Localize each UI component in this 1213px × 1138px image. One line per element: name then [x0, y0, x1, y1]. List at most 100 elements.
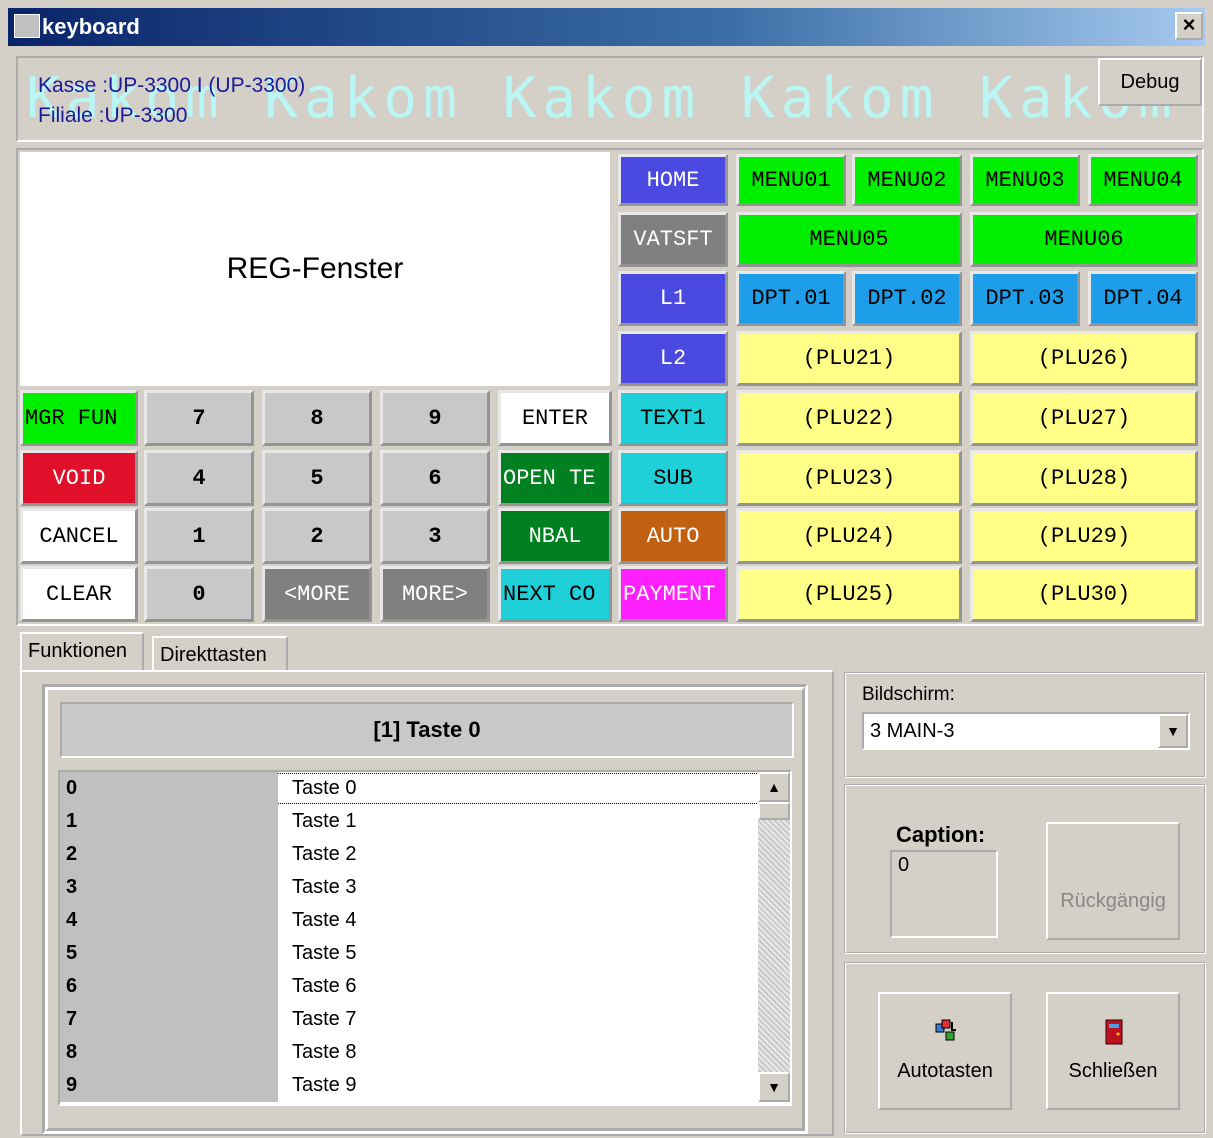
tab-direkttasten[interactable]: Direkttasten — [152, 636, 288, 672]
key-home[interactable]: HOME — [618, 154, 728, 206]
list-item-num: 2 — [60, 838, 278, 871]
list-item[interactable]: 0 Taste 0 — [60, 772, 760, 805]
list-item[interactable]: 9 Taste 9 — [60, 1069, 760, 1102]
key-6[interactable]: 6 — [380, 450, 490, 506]
scroll-down-icon[interactable]: ▼ — [758, 1072, 790, 1102]
list-item-name: Taste 4 — [292, 909, 357, 931]
list-item-num: 1 — [60, 805, 278, 838]
key-5[interactable]: 5 — [262, 450, 372, 506]
title-bar-gradient — [8, 8, 1205, 46]
list-item-num: 0 — [60, 772, 278, 805]
key-plu23[interactable]: (PLU23) — [736, 450, 962, 506]
key-9[interactable]: 9 — [380, 390, 490, 446]
scroll-thumb[interactable] — [758, 802, 790, 820]
key-plu29[interactable]: (PLU29) — [970, 508, 1198, 564]
key-plu26[interactable]: (PLU26) — [970, 331, 1198, 386]
key-mgr-fun[interactable]: MGR FUN — [20, 390, 138, 446]
caption-input[interactable]: 0 — [890, 850, 998, 938]
key-plu24[interactable]: (PLU24) — [736, 508, 962, 564]
key-menu04[interactable]: MENU04 — [1088, 154, 1198, 206]
autotasten-label: Autotasten — [897, 1060, 993, 1082]
screen-select[interactable]: 3 MAIN-3 ▼ — [862, 712, 1190, 750]
scroll-up-icon[interactable]: ▲ — [758, 772, 790, 802]
list-item[interactable]: 4 Taste 4 — [60, 904, 760, 937]
key-4[interactable]: 4 — [144, 450, 254, 506]
list-item-name: Taste 9 — [292, 1074, 357, 1096]
key-7[interactable]: 7 — [144, 390, 254, 446]
key-vatsft[interactable]: VATSFT — [618, 212, 728, 267]
key-dpt-02[interactable]: DPT.02 — [852, 271, 962, 326]
key-menu06[interactable]: MENU06 — [970, 212, 1198, 267]
key-dpt-01[interactable]: DPT.01 — [736, 271, 846, 326]
debug-label: Debug — [1120, 71, 1180, 93]
key-2[interactable]: 2 — [262, 508, 372, 564]
screen-group: Bildschirm: 3 MAIN-3 ▼ — [844, 672, 1206, 778]
list-item-name: Taste 6 — [292, 975, 357, 997]
list-item-num: 5 — [60, 937, 278, 970]
key-plu25[interactable]: (PLU25) — [736, 566, 962, 622]
list-item[interactable]: 3 Taste 3 — [60, 871, 760, 904]
title-bar: keyboard × — [0, 0, 1213, 56]
list-item-num: 8 — [60, 1036, 278, 1069]
key-0[interactable]: 0 — [144, 566, 254, 622]
close-icon[interactable]: × — [1175, 12, 1203, 40]
function-list[interactable]: 0 Taste 0 1 Taste 1 2 Taste 2 3 Taste 3 4 Tas… — [58, 770, 792, 1106]
key-plu22[interactable]: (PLU22) — [736, 390, 962, 446]
close-button[interactable]: Schließen — [1046, 992, 1180, 1110]
list-item[interactable]: 6 Taste 6 — [60, 970, 760, 1003]
key-dpt-04[interactable]: DPT.04 — [1088, 271, 1198, 326]
list-item-name: Taste 2 — [292, 843, 357, 865]
key-next-co[interactable]: NEXT CO — [498, 566, 612, 622]
key-menu05[interactable]: MENU05 — [736, 212, 962, 267]
key-open-te[interactable]: OPEN TE — [498, 450, 612, 506]
key-plu21[interactable]: (PLU21) — [736, 331, 962, 386]
key-plu28[interactable]: (PLU28) — [970, 450, 1198, 506]
list-item-num: 4 — [60, 904, 278, 937]
debug-button[interactable]: Debug — [1098, 58, 1202, 106]
key-menu03[interactable]: MENU03 — [970, 154, 1080, 206]
key-8[interactable]: 8 — [262, 390, 372, 446]
autotasten-button[interactable]: Autotasten — [878, 992, 1012, 1110]
key-text1[interactable]: TEXT1 — [618, 390, 728, 446]
action-buttons-group: Autotasten Schließen — [844, 962, 1206, 1134]
undo-button[interactable]: Rückgängig — [1046, 822, 1180, 940]
key-dpt-03[interactable]: DPT.03 — [970, 271, 1080, 326]
list-item-name: Taste 5 — [292, 942, 357, 964]
list-item-name: Taste 7 — [292, 1008, 357, 1030]
key-plu30[interactable]: (PLU30) — [970, 566, 1198, 622]
key-menu01[interactable]: MENU01 — [736, 154, 846, 206]
list-item[interactable]: 1 Taste 1 — [60, 805, 760, 838]
list-item-name: Taste 8 — [292, 1041, 357, 1063]
list-item-num: 3 — [60, 871, 278, 904]
key-1[interactable]: 1 — [144, 508, 254, 564]
list-item-name: Taste 3 — [292, 876, 357, 898]
key-clear[interactable]: CLEAR — [20, 566, 138, 622]
filiale-label: Filiale :UP-3300 — [38, 104, 188, 127]
key-more[interactable]: <MORE — [262, 566, 372, 622]
key-l2[interactable]: L2 — [618, 331, 728, 386]
dropdown-arrow-icon[interactable]: ▼ — [1158, 714, 1188, 748]
list-item[interactable]: 2 Taste 2 — [60, 838, 760, 871]
key-void[interactable]: VOID — [20, 450, 138, 506]
key-plu27[interactable]: (PLU27) — [970, 390, 1198, 446]
screen-label: Bildschirm: — [862, 684, 955, 705]
key-more[interactable]: MORE> — [380, 566, 490, 622]
key-cancel[interactable]: CANCEL — [20, 508, 138, 564]
key-nbal[interactable]: NBAL — [498, 508, 612, 564]
list-item[interactable]: 8 Taste 8 — [60, 1036, 760, 1069]
list-item-name: Taste 1 — [292, 810, 357, 832]
key-3[interactable]: 3 — [380, 508, 490, 564]
key-payment[interactable]: PAYMENT — [618, 566, 728, 622]
list-item-name: Taste 0 — [292, 777, 357, 799]
caption-label: Caption: — [896, 822, 986, 847]
key-enter[interactable]: ENTER — [498, 390, 612, 446]
list-scrollbar[interactable]: ▲ ▼ — [758, 772, 790, 1102]
list-item-num: 9 — [60, 1069, 278, 1102]
tab-funktionen[interactable]: Funktionen — [20, 632, 144, 670]
key-l1[interactable]: L1 — [618, 271, 728, 326]
key-menu02[interactable]: MENU02 — [852, 154, 962, 206]
list-item[interactable]: 5 Taste 5 — [60, 937, 760, 970]
list-item[interactable]: 7 Taste 7 — [60, 1003, 760, 1036]
key-sub[interactable]: SUB — [618, 450, 728, 506]
key-auto[interactable]: AUTO — [618, 508, 728, 564]
